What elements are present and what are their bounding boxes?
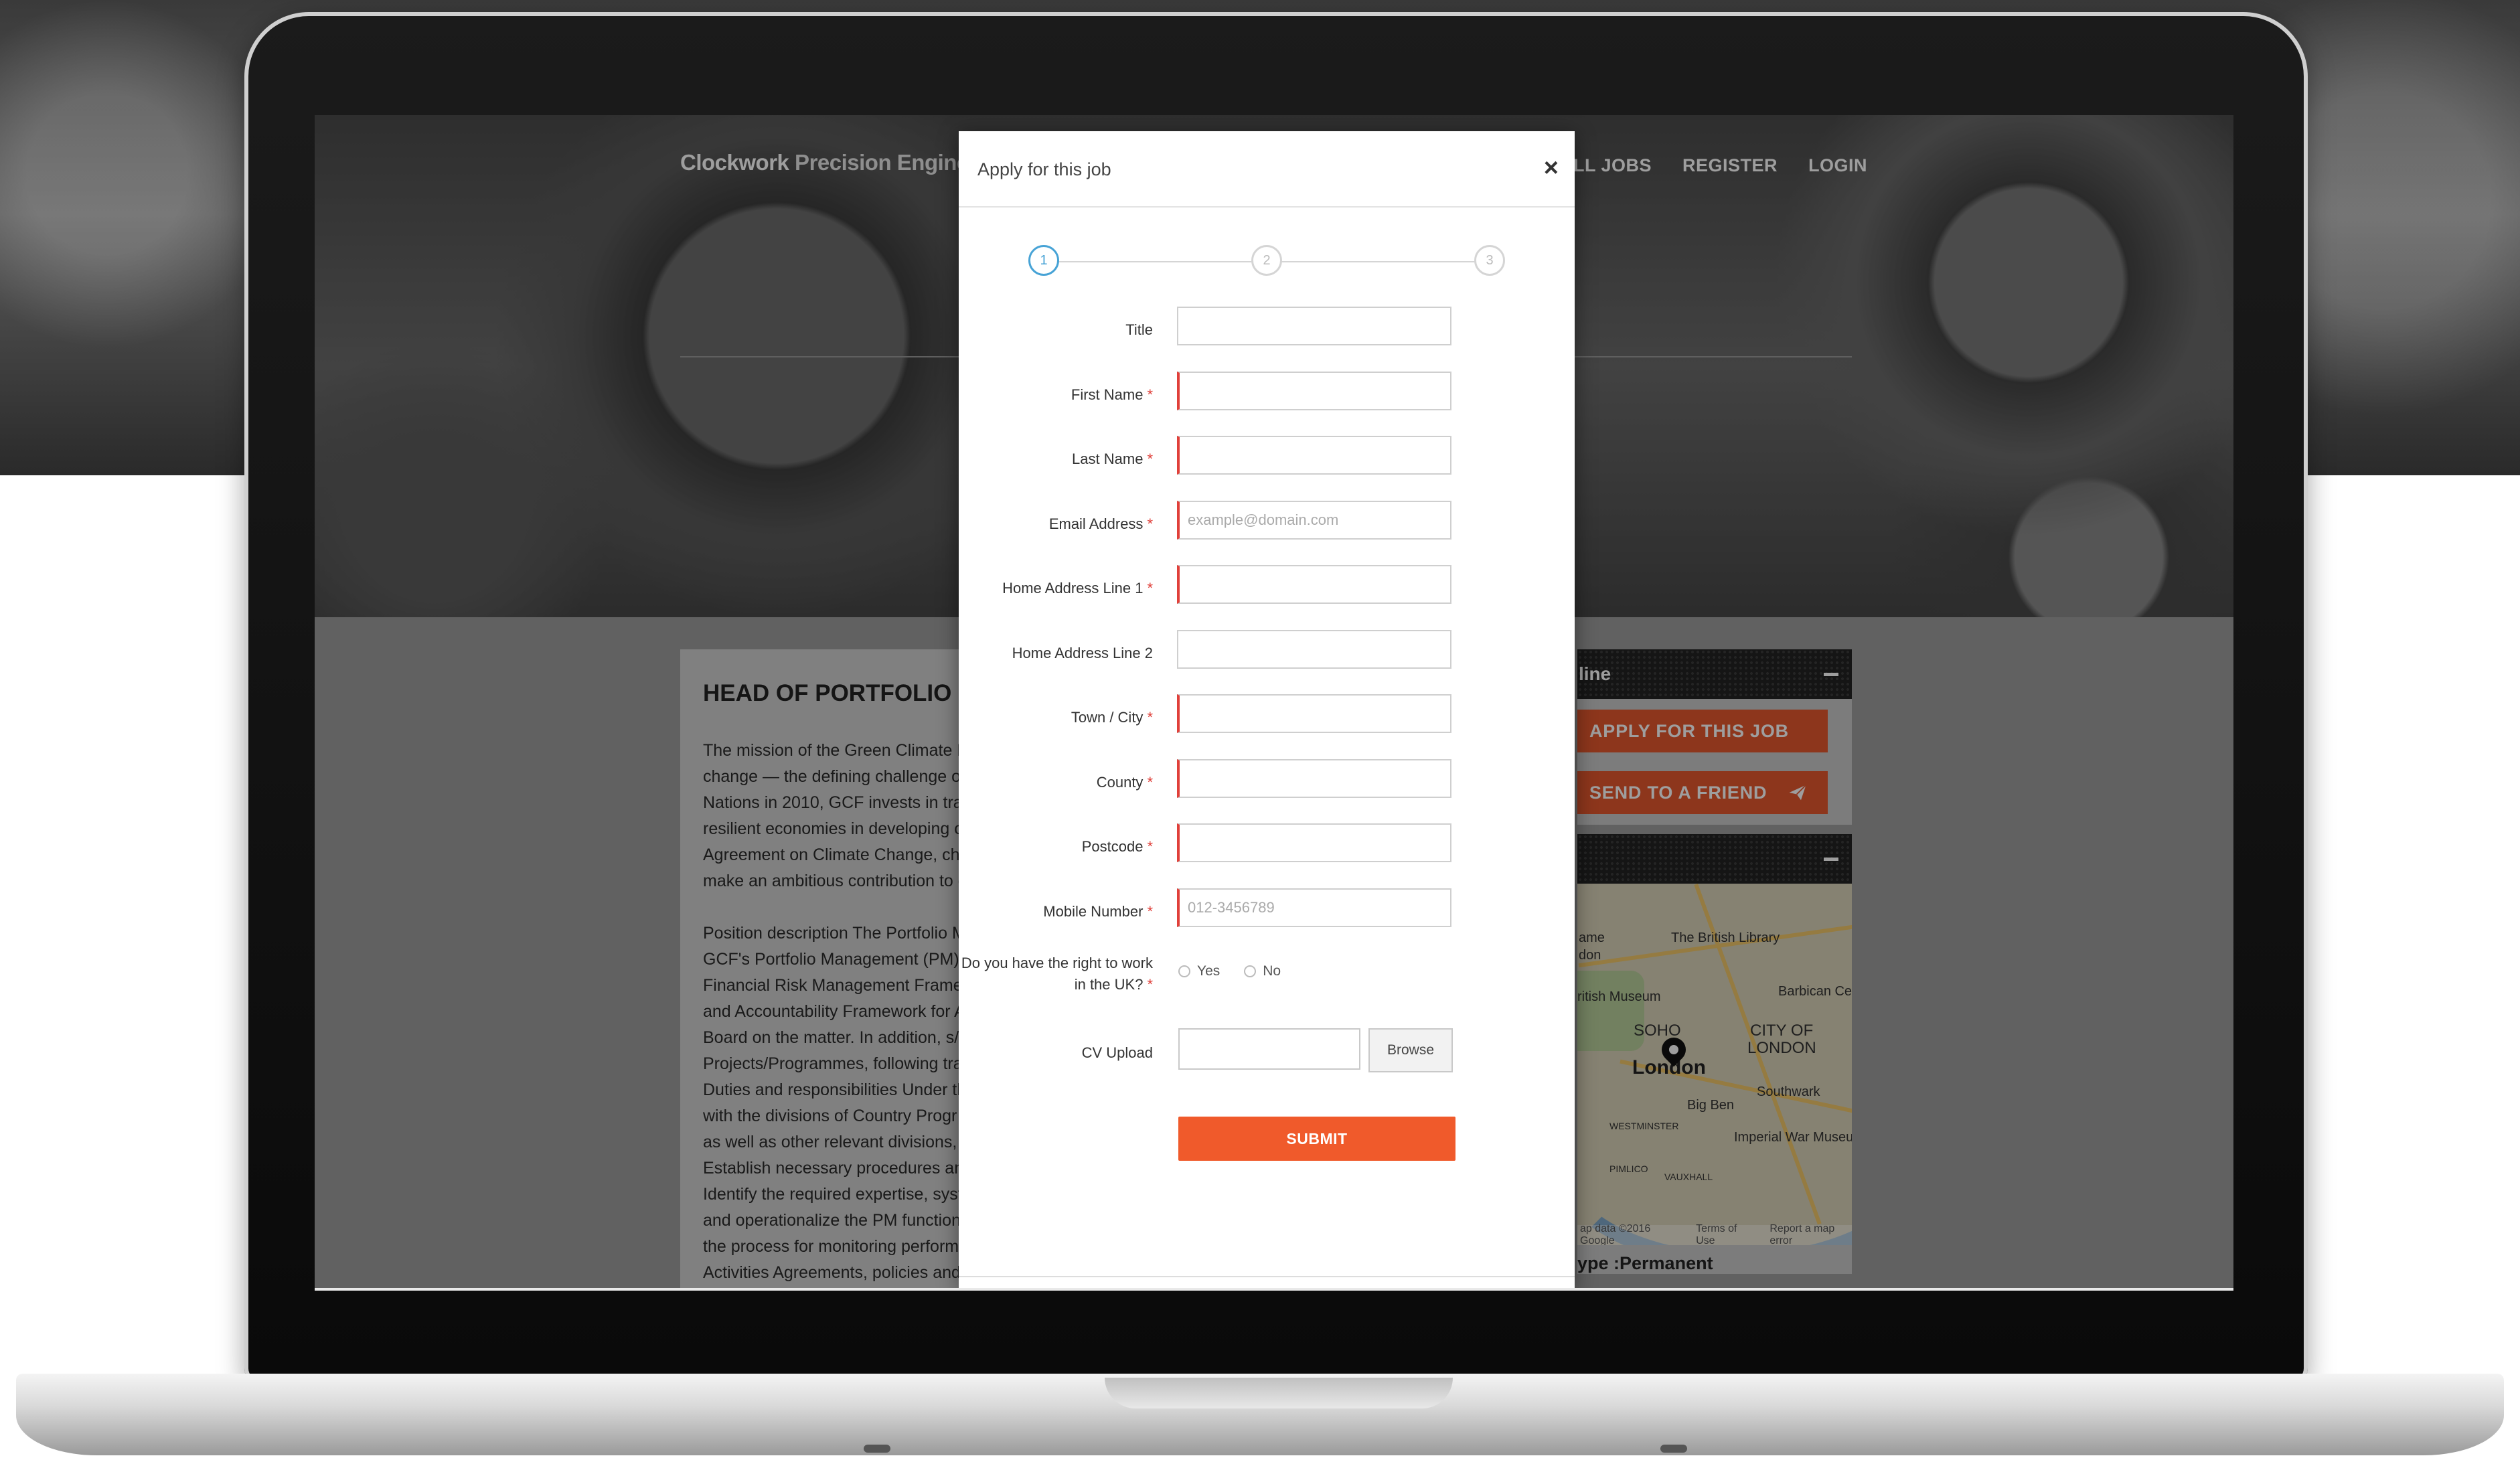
address-line-1-field[interactable] xyxy=(1177,565,1451,604)
right-to-work-radio-group: Yes No xyxy=(1178,963,1281,979)
title-field[interactable] xyxy=(1177,307,1451,345)
form-row: Last Name * xyxy=(959,436,1575,501)
mobile-number-label: Mobile Number * xyxy=(1043,902,1153,920)
application-form: Title First Name * Last Name * Email Addre… xyxy=(959,307,1575,1046)
address-line-2-label: Home Address Line 2 xyxy=(1012,644,1153,661)
step-3[interactable]: 3 xyxy=(1474,245,1505,276)
screen-bezel-edge xyxy=(315,1288,2233,1291)
cv-file-field[interactable] xyxy=(1178,1028,1360,1070)
apply-modal: Apply for this job × 1 2 3 Title First N… xyxy=(959,131,1575,1289)
step-progress: 1 2 3 xyxy=(1028,244,1505,281)
form-row: Postcode * xyxy=(959,823,1575,888)
email-field[interactable] xyxy=(1177,500,1451,540)
right-to-work-label: Do you have the right to work in the UK?… xyxy=(961,955,1153,993)
form-row: First Name * xyxy=(959,371,1575,436)
form-row: Home Address Line 2 xyxy=(959,629,1575,695)
first-name-field[interactable] xyxy=(1177,371,1451,410)
modal-title: Apply for this job xyxy=(977,159,1111,179)
title-label: Title xyxy=(1125,321,1153,338)
county-field[interactable] xyxy=(1177,758,1451,798)
town-city-field[interactable] xyxy=(1177,694,1451,733)
last-name-label: Last Name * xyxy=(1072,451,1153,467)
form-row: Town / City * xyxy=(959,694,1575,759)
form-row: Title xyxy=(959,307,1575,372)
county-label: County * xyxy=(1096,773,1153,791)
laptop-notch xyxy=(1105,1378,1453,1408)
mobile-number-field[interactable] xyxy=(1177,888,1451,927)
address-line-2-field[interactable] xyxy=(1177,629,1451,669)
radio-no[interactable]: No xyxy=(1244,963,1281,979)
laptop-foot xyxy=(1660,1445,1687,1453)
form-row: Home Address Line 1 * xyxy=(959,565,1575,630)
laptop-screen: Clockwork Precision Enginee LL JOBS REGI… xyxy=(315,115,2233,1289)
cv-upload-row: CV Upload Browse xyxy=(959,1028,1575,1082)
cv-upload-label: CV Upload xyxy=(1081,1044,1153,1061)
radio-yes[interactable]: Yes xyxy=(1178,963,1220,979)
postcode-field[interactable] xyxy=(1177,823,1451,862)
step-1[interactable]: 1 xyxy=(1028,245,1059,276)
browse-button[interactable]: Browse xyxy=(1368,1028,1453,1072)
postcode-label: Postcode * xyxy=(1081,838,1153,855)
close-icon[interactable]: × xyxy=(1544,154,1559,183)
first-name-label: First Name * xyxy=(1071,386,1153,403)
form-row: County * xyxy=(959,758,1575,824)
form-row: Mobile Number * xyxy=(959,888,1575,953)
email-label: Email Address * xyxy=(1048,515,1153,532)
laptop-foot xyxy=(864,1445,890,1453)
form-row: Email Address * xyxy=(959,500,1575,566)
step-2[interactable]: 2 xyxy=(1251,245,1282,276)
modal-header: Apply for this job × xyxy=(959,131,1575,208)
address-line-1-label: Home Address Line 1 * xyxy=(1002,580,1153,596)
submit-button[interactable]: SUBMIT xyxy=(1178,1117,1455,1161)
last-name-field[interactable] xyxy=(1177,436,1451,475)
town-city-label: Town / City * xyxy=(1071,709,1153,726)
